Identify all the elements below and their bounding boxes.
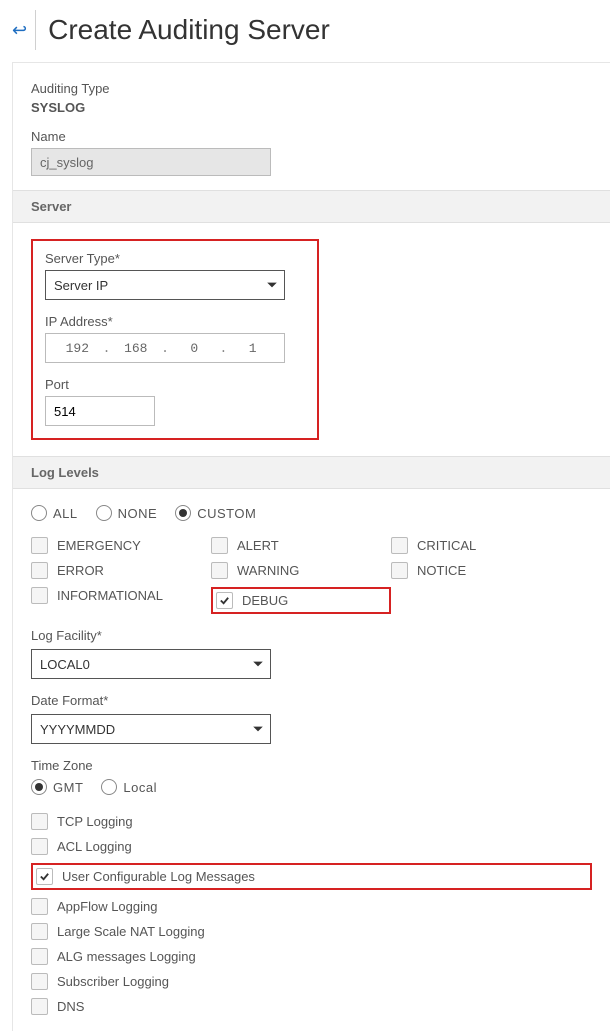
radio-all[interactable]: ALL [31, 505, 78, 521]
server-type-value: Server IP [54, 278, 108, 293]
date-format-value: YYYYMMDD [40, 722, 115, 737]
log-facility-label: Log Facility* [31, 628, 592, 643]
port-label: Port [45, 377, 305, 392]
debug-highlight-box: DEBUG [211, 587, 391, 614]
server-type-label: Server Type* [45, 251, 305, 266]
port-input[interactable] [45, 396, 155, 426]
ip-octet-4: 1 [227, 341, 278, 356]
log-facility-select[interactable]: LOCAL0 [31, 649, 271, 679]
date-format-label: Date Format* [31, 693, 592, 708]
back-icon[interactable]: ↩ [12, 20, 27, 41]
name-input[interactable] [31, 148, 271, 176]
form: Auditing Type SYSLOG Name Server Server … [12, 62, 610, 1031]
check-appflow-logging[interactable]: AppFlow Logging [31, 898, 592, 915]
check-tcp-logging[interactable]: TCP Logging [31, 813, 592, 830]
server-section-header: Server [13, 190, 610, 223]
check-critical[interactable]: CRITICAL [391, 537, 476, 554]
timezone-label: Time Zone [31, 758, 592, 773]
name-label: Name [31, 129, 592, 144]
radio-custom[interactable]: CUSTOM [175, 505, 256, 521]
check-emergency[interactable]: EMERGENCY [31, 537, 211, 554]
log-facility-value: LOCAL0 [40, 657, 90, 672]
check-warning[interactable]: WARNING [211, 562, 391, 579]
chevron-down-icon [246, 715, 270, 743]
ip-octet-3: 0 [169, 341, 220, 356]
logging-options: TCP Logging ACL Logging User Configurabl… [31, 813, 592, 1015]
radio-all-label: ALL [53, 506, 78, 521]
server-type-select[interactable]: Server IP [45, 270, 285, 300]
auditing-type-value: SYSLOG [31, 100, 592, 115]
loglevel-check-grid: EMERGENCY ERROR INFORMATIONAL ALERT WARN… [31, 537, 592, 614]
radio-icon [96, 505, 112, 521]
radio-none[interactable]: NONE [96, 505, 158, 521]
page: ↩ Create Auditing Server Auditing Type S… [0, 0, 610, 1031]
check-debug[interactable]: DEBUG [216, 592, 288, 609]
radio-icon [31, 779, 47, 795]
checkbox-checked-icon [216, 592, 233, 609]
checkbox-checked-icon [36, 868, 53, 885]
check-alert[interactable]: ALERT [211, 537, 391, 554]
radio-none-label: NONE [118, 506, 158, 521]
check-alg-logging[interactable]: ALG messages Logging [31, 948, 592, 965]
ip-address-label: IP Address* [45, 314, 305, 329]
check-subscriber-logging[interactable]: Subscriber Logging [31, 973, 592, 990]
chevron-down-icon [260, 271, 284, 299]
ip-address-input[interactable]: 192. 168. 0. 1 [45, 333, 285, 363]
ucm-highlight-box: User Configurable Log Messages [31, 863, 592, 890]
check-dns[interactable]: DNS [31, 998, 592, 1015]
date-format-select[interactable]: YYYYMMDD [31, 714, 271, 744]
radio-icon [101, 779, 117, 795]
radio-gmt[interactable]: GMT [31, 779, 83, 795]
radio-local[interactable]: Local [101, 779, 157, 795]
radio-custom-label: CUSTOM [197, 506, 256, 521]
loglevel-mode-radios: ALL NONE CUSTOM [31, 505, 592, 521]
check-notice[interactable]: NOTICE [391, 562, 476, 579]
title-bar: ↩ Create Auditing Server [0, 0, 610, 62]
check-informational[interactable]: INFORMATIONAL [31, 587, 211, 604]
loglevels-section-header: Log Levels [13, 456, 610, 489]
check-error[interactable]: ERROR [31, 562, 211, 579]
title-divider [35, 10, 36, 50]
page-title: Create Auditing Server [48, 14, 598, 46]
radio-icon [175, 505, 191, 521]
radio-icon [31, 505, 47, 521]
ip-octet-2: 168 [110, 341, 161, 356]
check-acl-logging[interactable]: ACL Logging [31, 838, 592, 855]
auditing-section: Auditing Type SYSLOG Name [13, 63, 610, 176]
check-lsnat-logging[interactable]: Large Scale NAT Logging [31, 923, 592, 940]
server-highlight-box: Server Type* Server IP IP Address* 192. … [31, 239, 319, 440]
ip-octet-1: 192 [52, 341, 103, 356]
auditing-type-label: Auditing Type [31, 81, 592, 96]
chevron-down-icon [246, 650, 270, 678]
check-user-config-messages[interactable]: User Configurable Log Messages [36, 868, 255, 885]
